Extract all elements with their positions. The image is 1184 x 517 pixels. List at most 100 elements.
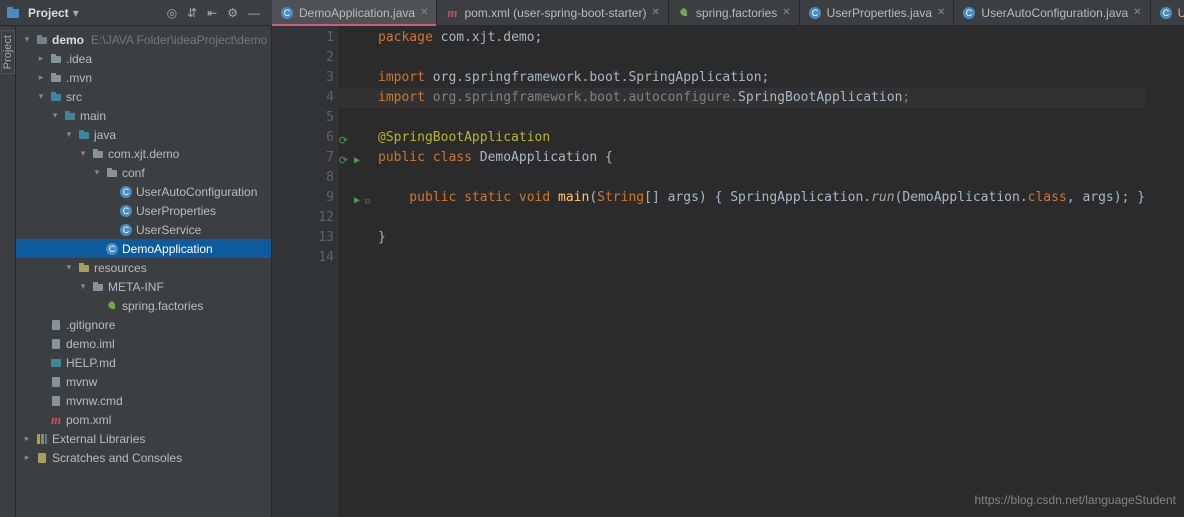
tree-row[interactable]: ▸ External Libraries bbox=[16, 429, 271, 448]
close-icon[interactable]: ✕ bbox=[420, 7, 428, 18]
tree-label: UserProperties bbox=[136, 204, 216, 218]
tree-row[interactable]: ▾ main bbox=[16, 106, 271, 125]
tree-arrow-icon[interactable]: ▸ bbox=[36, 53, 46, 64]
editor-gutter: 123456⟳7⟳▶89▶⊟121314 bbox=[272, 26, 338, 517]
editor-tab-3[interactable]: C UserProperties.java ✕ bbox=[800, 0, 955, 26]
editor-tab-1[interactable]: mpom.xml (user-spring-boot-starter)✕ bbox=[437, 0, 668, 26]
run-icon[interactable]: ▶ bbox=[354, 191, 360, 211]
tree-row[interactable]: spring.factories bbox=[16, 296, 271, 315]
leaf-icon bbox=[677, 6, 691, 20]
tree-row[interactable]: ▾java bbox=[16, 125, 271, 144]
tree-row[interactable]: mvnw bbox=[16, 372, 271, 391]
tree-arrow-icon[interactable]: ▸ bbox=[36, 72, 46, 83]
tree-arrow-icon[interactable]: ▾ bbox=[78, 281, 88, 292]
tree-arrow-icon[interactable]: ▾ bbox=[64, 129, 74, 140]
tree-arrow-icon[interactable]: ▾ bbox=[64, 262, 74, 273]
line-number: 2 bbox=[272, 48, 334, 68]
line-number: 14 bbox=[272, 248, 334, 268]
collapse-icon[interactable]: ⇤ bbox=[207, 6, 217, 20]
tree-row[interactable]: C UserAutoConfiguration bbox=[16, 182, 271, 201]
tree-label: mvnw bbox=[66, 375, 97, 389]
tree-label: spring.factories bbox=[122, 299, 203, 313]
line-number: 3 bbox=[272, 68, 334, 88]
editor-tab-5[interactable]: CUserService.java✕ bbox=[1151, 0, 1184, 26]
tree-row[interactable]: mpom.xml bbox=[16, 410, 271, 429]
tree-row[interactable]: demo.iml bbox=[16, 334, 271, 353]
main-body: ▾demoE:\JAVA Folder\ideaProject\demo▸.id… bbox=[16, 26, 1184, 517]
gear-icon[interactable]: ⚙ bbox=[227, 6, 238, 20]
tree-row[interactable]: HELP.md bbox=[16, 353, 271, 372]
code-editor[interactable]: 123456⟳7⟳▶89▶⊟121314 package com.xjt.dem… bbox=[272, 26, 1184, 517]
expand-icon[interactable]: ⇵ bbox=[187, 6, 197, 20]
close-icon[interactable]: ✕ bbox=[652, 7, 660, 18]
run-icon[interactable]: ⟳ bbox=[339, 151, 348, 171]
tree-row[interactable]: ▾demoE:\JAVA Folder\ideaProject\demo bbox=[16, 30, 271, 49]
tree-row[interactable]: CUserService bbox=[16, 220, 271, 239]
maven-icon: m bbox=[49, 413, 63, 427]
run-icon[interactable]: ⟳ bbox=[339, 131, 348, 151]
line-number: 5 bbox=[272, 108, 334, 128]
tree-row[interactable]: ▸.idea bbox=[16, 49, 271, 68]
editor-tab-2[interactable]: spring.factories✕ bbox=[669, 0, 800, 26]
file-icon bbox=[49, 337, 63, 351]
tree-label: src bbox=[66, 90, 82, 104]
tree-arrow-icon[interactable]: ▾ bbox=[22, 34, 32, 45]
tree-row[interactable]: CDemoApplication bbox=[16, 239, 271, 258]
tree-row[interactable]: ▾conf bbox=[16, 163, 271, 182]
editor-tab-0[interactable]: CDemoApplication.java✕ bbox=[272, 0, 437, 26]
tree-row[interactable]: ▾ resources bbox=[16, 258, 271, 277]
tree-label: resources bbox=[94, 261, 147, 275]
tree-row[interactable]: ▾ src bbox=[16, 87, 271, 106]
project-title: Project bbox=[28, 6, 69, 20]
close-icon[interactable]: ✕ bbox=[937, 7, 945, 18]
close-icon[interactable]: ✕ bbox=[782, 7, 790, 18]
folder-src-icon bbox=[77, 128, 91, 142]
tree-arrow-icon[interactable]: ▾ bbox=[78, 148, 88, 159]
tree-arrow-icon[interactable]: ▾ bbox=[50, 110, 60, 121]
code-content: package com.xjt.demo; import org.springf… bbox=[338, 26, 1145, 517]
tree-label: DemoApplication bbox=[122, 242, 213, 256]
tree-row[interactable]: .gitignore bbox=[16, 315, 271, 334]
line-number: 6⟳ bbox=[272, 128, 334, 148]
chevron-down-icon[interactable]: ▾ bbox=[73, 6, 79, 20]
tab-label: UserProperties.java bbox=[827, 6, 932, 20]
toolwindow-tabs[interactable]: Project bbox=[0, 26, 16, 517]
project-tree[interactable]: ▾demoE:\JAVA Folder\ideaProject\demo▸.id… bbox=[16, 26, 272, 517]
tree-label: pom.xml bbox=[66, 413, 111, 427]
tree-label: demo.iml bbox=[66, 337, 115, 351]
target-icon[interactable]: ◎ bbox=[167, 6, 177, 20]
minimize-icon[interactable]: — bbox=[248, 6, 260, 20]
run-icon[interactable]: ▶ bbox=[354, 151, 360, 171]
tree-arrow-icon[interactable]: ▸ bbox=[22, 433, 32, 444]
tree-row[interactable]: ▸Scratches and Consoles bbox=[16, 448, 271, 467]
svg-text:C: C bbox=[811, 8, 818, 18]
tree-row[interactable]: ▾ com.xjt.demo bbox=[16, 144, 271, 163]
tree-arrow-icon[interactable]: ▾ bbox=[36, 91, 46, 102]
tree-row[interactable]: CUserProperties bbox=[16, 201, 271, 220]
tree-arrow-icon[interactable]: ▸ bbox=[22, 452, 32, 463]
tree-arrow-icon[interactable]: ▾ bbox=[92, 167, 102, 178]
tab-label: DemoApplication.java bbox=[299, 6, 415, 20]
project-toolwindow-header: Project ▾ ◎ ⇵ ⇤ ⚙ — bbox=[0, 6, 272, 20]
folder-icon bbox=[49, 71, 63, 85]
tab-project[interactable]: Project bbox=[1, 30, 15, 74]
svg-text:C: C bbox=[123, 187, 130, 197]
line-number: 9▶⊟ bbox=[272, 188, 334, 208]
project-icon bbox=[6, 6, 20, 20]
project-toolstrip: ◎ ⇵ ⇤ ⚙ — bbox=[167, 6, 260, 20]
tree-label: .mvn bbox=[66, 71, 92, 85]
editor-tab-4[interactable]: CUserAutoConfiguration.java✕ bbox=[954, 0, 1150, 26]
tree-row[interactable]: mvnw.cmd bbox=[16, 391, 271, 410]
tree-label: main bbox=[80, 109, 106, 123]
tree-row[interactable]: ▾META-INF bbox=[16, 277, 271, 296]
tree-label: UserAutoConfiguration bbox=[136, 185, 257, 199]
tree-label: com.xjt.demo bbox=[108, 147, 179, 161]
sh-icon bbox=[49, 375, 63, 389]
tree-row[interactable]: ▸ .mvn bbox=[16, 68, 271, 87]
line-number: 1 bbox=[272, 28, 334, 48]
package-icon bbox=[91, 147, 105, 161]
tab-label: pom.xml (user-spring-boot-starter) bbox=[464, 6, 646, 20]
tree-label: External Libraries bbox=[52, 432, 145, 446]
close-icon[interactable]: ✕ bbox=[1133, 7, 1141, 18]
fold-icon[interactable]: ⊟ bbox=[365, 192, 370, 212]
